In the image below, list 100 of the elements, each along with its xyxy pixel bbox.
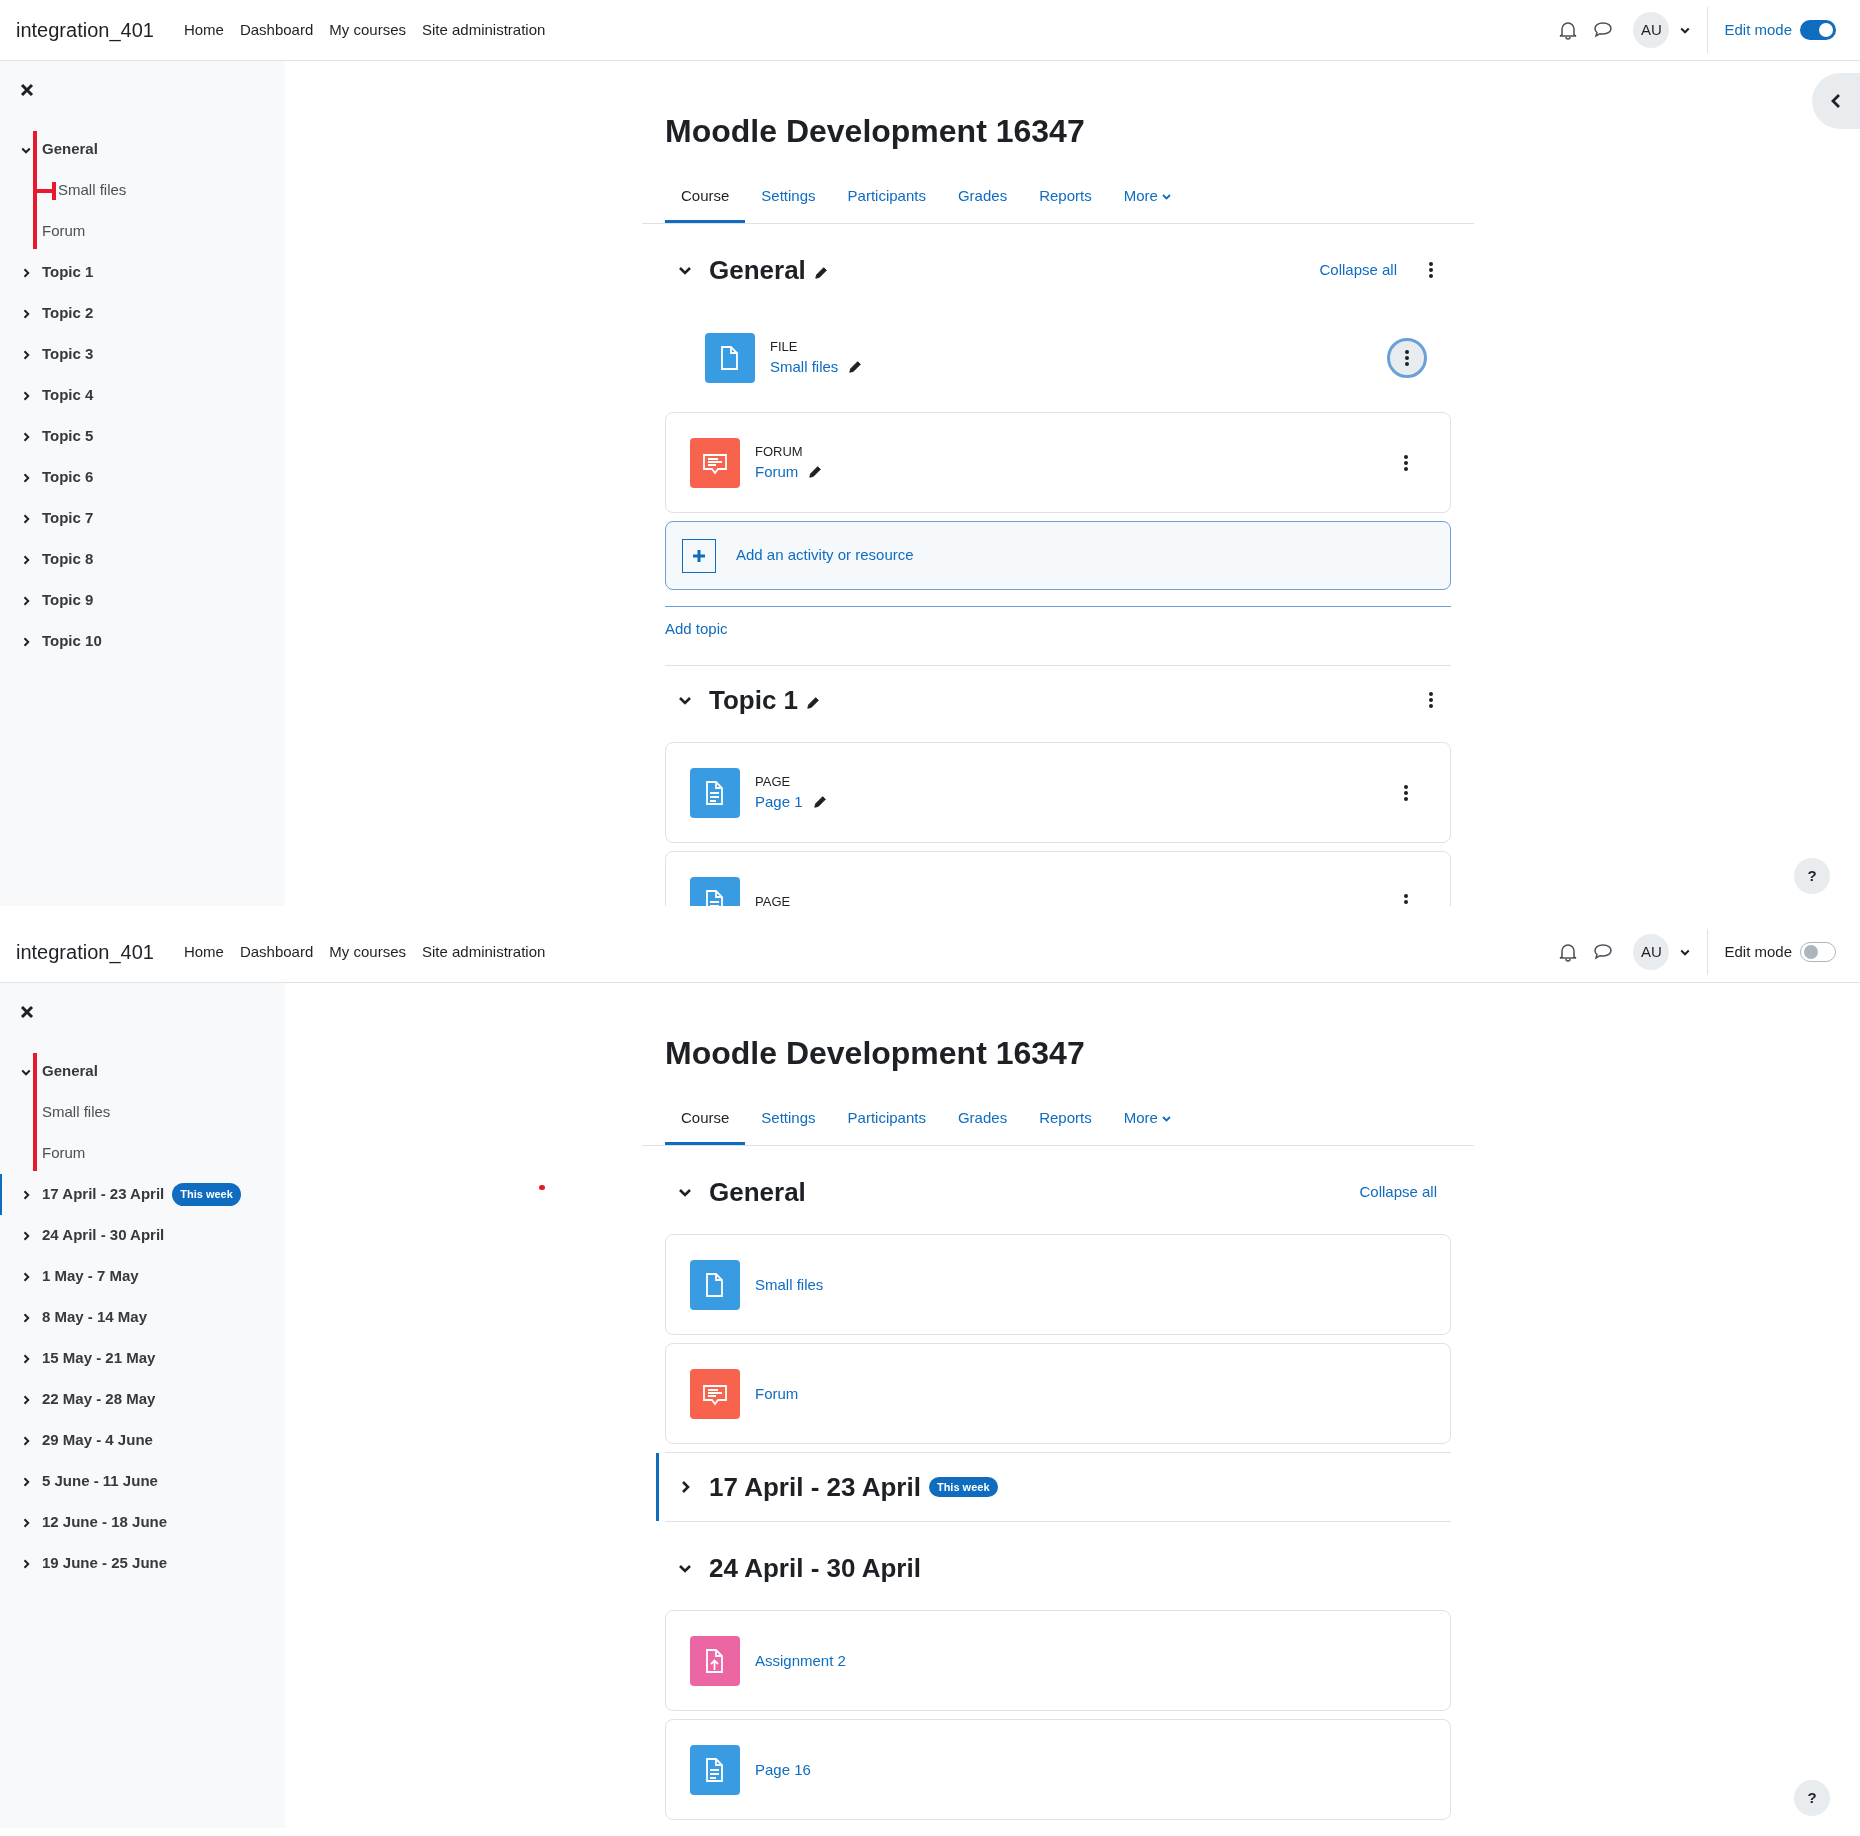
chat-icon[interactable]: [1593, 21, 1614, 39]
chevron-left-icon: [1830, 93, 1842, 109]
document-icon: [690, 767, 740, 818]
course-tab[interactable]: Grades: [941, 173, 1024, 223]
chat-bubble-icon: [690, 437, 740, 488]
nav-link[interactable]: Home: [183, 940, 224, 964]
nav-link[interactable]: My courses: [329, 940, 406, 964]
help-button[interactable]: ?: [1794, 858, 1830, 894]
course-index-item[interactable]: 24 April - 30 April: [42, 1224, 165, 1247]
course-tab[interactable]: Settings: [745, 173, 832, 223]
nav-link[interactable]: My courses: [329, 18, 406, 42]
course-index-item[interactable]: Topic 1: [42, 261, 94, 284]
activity-link[interactable]: Forum: [755, 1382, 799, 1405]
bell-icon[interactable]: [1559, 20, 1578, 40]
more-options-button[interactable]: [1387, 338, 1427, 378]
activity-type-label: PAGE: [755, 892, 792, 906]
activity-link[interactable]: Forum: [755, 460, 799, 483]
course-index-item[interactable]: 17 April - 23 April: [42, 1183, 165, 1206]
pencil-icon[interactable]: [806, 696, 821, 710]
course-tab[interactable]: Course: [665, 173, 746, 223]
course-tab[interactable]: Settings: [745, 1095, 832, 1145]
activity-type-label: PAGE: [755, 772, 792, 791]
file-icon: [705, 333, 755, 383]
nav-link[interactable]: Site administration: [422, 940, 546, 964]
section-title: General: [709, 253, 806, 287]
pencil-icon[interactable]: [848, 360, 863, 374]
course-index-item[interactable]: Topic 6: [42, 466, 94, 489]
course-index-item[interactable]: 15 May - 21 May: [42, 1347, 156, 1370]
course-tab[interactable]: Course: [665, 1095, 746, 1145]
this-week-badge: This week: [928, 1476, 998, 1498]
pencil-icon[interactable]: [808, 464, 823, 479]
add-topic-link[interactable]: Add topic: [665, 620, 728, 637]
vertical-dots-icon: [1405, 350, 1409, 366]
course-index-item[interactable]: General: [42, 138, 98, 161]
site-name[interactable]: integration_401: [16, 15, 154, 45]
course-index-item[interactable]: Small files: [58, 179, 127, 202]
collapse-all-link[interactable]: Collapse all: [1359, 1180, 1437, 1204]
course-index-item[interactable]: 29 May - 4 June: [42, 1429, 153, 1452]
caret-icon: [1161, 193, 1171, 200]
collapse-all-link[interactable]: Collapse all: [1319, 258, 1397, 282]
section-title: General: [709, 1175, 806, 1209]
course-tab[interactable]: More: [1107, 173, 1187, 223]
user-avatar[interactable]: AU: [1633, 934, 1670, 970]
course-index-item[interactable]: Topic 7: [42, 507, 94, 530]
course-index-item[interactable]: Topic 3: [42, 343, 94, 366]
course-tab[interactable]: Participants: [831, 173, 942, 223]
vertical-dots-icon: [1404, 454, 1408, 471]
edit-mode-switch[interactable]: [1800, 942, 1836, 962]
course-index-item[interactable]: 8 May - 14 May: [42, 1306, 148, 1329]
nav-link[interactable]: Home: [183, 18, 224, 42]
section-title: Topic 1: [709, 683, 799, 717]
activity-link[interactable]: Small files: [770, 356, 839, 378]
vertical-dots-icon: [1429, 262, 1433, 278]
course-index-item[interactable]: Topic 2: [42, 302, 94, 325]
course-index-item[interactable]: General: [42, 1060, 98, 1083]
course-index-item[interactable]: Small files: [42, 1101, 111, 1124]
bell-icon[interactable]: [1559, 942, 1578, 962]
course-tab[interactable]: More: [1107, 1095, 1187, 1145]
course-index-item[interactable]: Forum: [42, 1142, 86, 1165]
close-icon[interactable]: [20, 83, 34, 97]
pencil-icon[interactable]: [812, 794, 827, 809]
this-week-badge: This week: [172, 1183, 241, 1206]
course-index-item[interactable]: 22 May - 28 May: [42, 1388, 156, 1411]
open-drawer-button[interactable]: [1812, 73, 1860, 129]
activity-link[interactable]: Page 1: [755, 790, 803, 813]
course-index-item[interactable]: Topic 8: [42, 548, 94, 571]
section-title: 17 April - 23 April: [709, 1470, 921, 1504]
course-tab[interactable]: Grades: [941, 1095, 1024, 1145]
activity-link[interactable]: Small files: [755, 1273, 824, 1296]
edit-mode-switch[interactable]: [1800, 20, 1836, 40]
course-index-item[interactable]: Topic 4: [42, 384, 94, 407]
course-index-item[interactable]: 19 June - 25 June: [42, 1552, 168, 1575]
pencil-icon[interactable]: [813, 266, 828, 280]
activity-link[interactable]: Page 16: [755, 1758, 811, 1781]
course-index-item[interactable]: Forum: [42, 220, 86, 243]
activity-type-label: FORUM: [755, 442, 804, 461]
document-upload-icon: [690, 1635, 740, 1686]
course-tab[interactable]: Reports: [1023, 1095, 1108, 1145]
vertical-dots-icon: [1429, 692, 1433, 708]
chat-icon[interactable]: [1593, 943, 1614, 961]
course-tab[interactable]: Reports: [1023, 173, 1108, 223]
course-index-item[interactable]: Topic 5: [42, 425, 94, 448]
activity-type-label: FILE: [770, 338, 799, 356]
course-index-item[interactable]: Topic 9: [42, 589, 94, 612]
help-button[interactable]: ?: [1794, 1780, 1830, 1816]
site-name[interactable]: integration_401: [16, 937, 154, 967]
course-index-item[interactable]: 1 May - 7 May: [42, 1265, 139, 1288]
nav-link[interactable]: Dashboard: [239, 940, 314, 964]
close-icon[interactable]: [20, 1005, 34, 1019]
course-index-item[interactable]: 12 June - 18 June: [42, 1511, 168, 1534]
course-tab[interactable]: Participants: [831, 1095, 942, 1145]
course-index-item[interactable]: 5 June - 11 June: [42, 1470, 158, 1493]
nav-link[interactable]: Site administration: [422, 18, 546, 42]
edit-mode-label: Edit mode: [1724, 941, 1792, 962]
course-index-item[interactable]: Topic 10: [42, 630, 102, 653]
user-avatar[interactable]: AU: [1633, 12, 1670, 48]
activity-link[interactable]: Assignment 2: [755, 1649, 846, 1672]
add-activity-button[interactable]: Add an activity or resource: [665, 521, 1451, 590]
nav-link[interactable]: Dashboard: [239, 18, 314, 42]
edit-mode-label: Edit mode: [1724, 19, 1792, 40]
